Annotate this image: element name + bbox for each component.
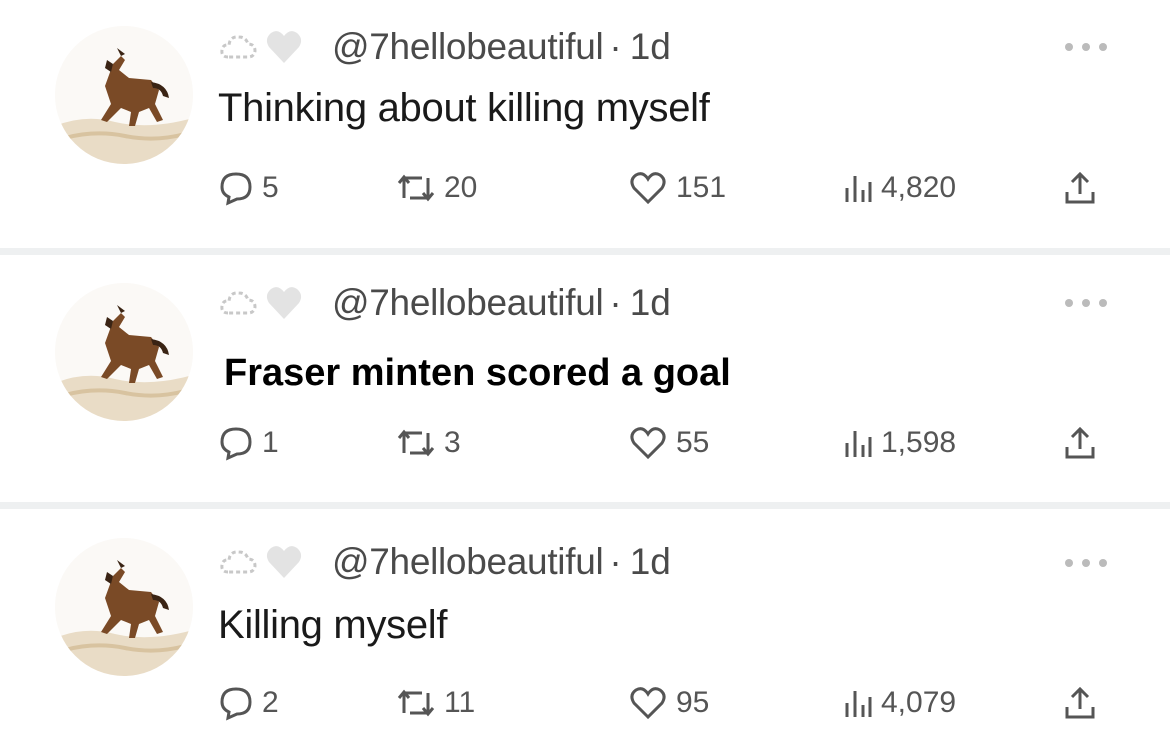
views-count: 4,079 bbox=[881, 686, 957, 719]
retweet-count: 11 bbox=[444, 686, 476, 719]
more-dots-icon[interactable] bbox=[1065, 553, 1107, 573]
retweet-button[interactable]: 20 bbox=[396, 168, 477, 208]
like-count: 151 bbox=[676, 171, 727, 204]
more-dots-icon[interactable] bbox=[1065, 37, 1107, 57]
reply-button[interactable]: 5 bbox=[218, 168, 279, 208]
heart-outline-icon bbox=[630, 172, 666, 205]
heart-gray-icon bbox=[264, 283, 304, 323]
tweet[interactable]: @7hellobeautiful · 1d Thinking about kil… bbox=[0, 0, 1170, 248]
horse-avatar-image bbox=[55, 538, 193, 676]
tweet-feed: @7hellobeautiful · 1d Thinking about kil… bbox=[0, 0, 1170, 747]
user-handle[interactable]: @7hellobeautiful bbox=[332, 282, 604, 324]
retweet-icon bbox=[397, 689, 435, 717]
views-button[interactable]: 4,079 bbox=[843, 683, 956, 723]
cloud-outline-icon bbox=[218, 283, 258, 323]
share-button[interactable] bbox=[1062, 683, 1098, 723]
like-button[interactable]: 95 bbox=[628, 683, 709, 723]
reply-count: 5 bbox=[262, 171, 279, 204]
share-button[interactable] bbox=[1062, 423, 1098, 463]
reply-bubble-icon bbox=[220, 427, 252, 461]
views-bars-icon bbox=[845, 431, 872, 457]
tweet-text: Killing myself bbox=[218, 603, 448, 647]
retweet-count: 20 bbox=[444, 171, 478, 204]
timestamp[interactable]: 1d bbox=[630, 282, 671, 324]
cloud-outline-icon bbox=[218, 542, 258, 582]
like-count: 95 bbox=[676, 686, 710, 719]
tweet[interactable]: @7hellobeautiful · 1d Fraser minten scor… bbox=[0, 255, 1170, 502]
avatar[interactable] bbox=[55, 538, 193, 676]
tweet-actions: 1 3 55 1,598 bbox=[218, 423, 1118, 463]
user-handle[interactable]: @7hellobeautiful bbox=[332, 26, 604, 68]
views-bars-icon bbox=[845, 176, 872, 202]
heart-gray-icon bbox=[264, 542, 304, 582]
share-button[interactable] bbox=[1062, 168, 1098, 208]
cloud-outline-icon bbox=[218, 27, 258, 67]
reply-count: 1 bbox=[262, 426, 279, 459]
divider bbox=[0, 248, 1170, 255]
retweet-count: 3 bbox=[444, 426, 461, 459]
heart-outline-icon bbox=[630, 687, 666, 720]
share-upload-icon bbox=[1065, 171, 1095, 204]
views-count: 1,598 bbox=[881, 426, 957, 459]
tweet-header: @7hellobeautiful · 1d bbox=[218, 280, 671, 326]
heart-outline-icon bbox=[630, 427, 666, 460]
tweet[interactable]: @7hellobeautiful · 1d Killing myself 2 1… bbox=[0, 509, 1170, 747]
retweet-icon bbox=[397, 429, 435, 457]
tweet-text: Fraser minten scored a goal bbox=[224, 352, 731, 394]
tweet-text: Thinking about killing myself bbox=[218, 86, 710, 130]
more-dots-icon[interactable] bbox=[1065, 293, 1107, 313]
divider bbox=[0, 502, 1170, 509]
separator-dot: · bbox=[609, 26, 622, 67]
tweet-actions: 5 20 151 4,820 bbox=[218, 168, 1118, 208]
heart-gray-icon bbox=[264, 27, 304, 67]
avatar[interactable] bbox=[55, 283, 193, 421]
share-upload-icon bbox=[1065, 686, 1095, 719]
like-button[interactable]: 55 bbox=[628, 423, 709, 463]
views-bars-icon bbox=[845, 691, 872, 717]
timestamp[interactable]: 1d bbox=[630, 541, 671, 583]
separator-dot: · bbox=[609, 282, 622, 323]
tweet-actions: 2 11 95 4,079 bbox=[218, 683, 1118, 723]
user-handle[interactable]: @7hellobeautiful bbox=[332, 541, 604, 583]
separator-dot: · bbox=[609, 541, 622, 582]
retweet-button[interactable]: 3 bbox=[396, 423, 461, 463]
views-count: 4,820 bbox=[881, 171, 957, 204]
retweet-icon bbox=[397, 174, 435, 202]
horse-avatar-image bbox=[55, 26, 193, 164]
avatar[interactable] bbox=[55, 26, 193, 164]
reply-button[interactable]: 2 bbox=[218, 683, 279, 723]
timestamp[interactable]: 1d bbox=[630, 26, 671, 68]
like-count: 55 bbox=[676, 426, 710, 459]
reply-bubble-icon bbox=[220, 172, 252, 206]
reply-button[interactable]: 1 bbox=[218, 423, 279, 463]
like-button[interactable]: 151 bbox=[628, 168, 726, 208]
reply-count: 2 bbox=[262, 686, 279, 719]
retweet-button[interactable]: 11 bbox=[396, 683, 475, 723]
tweet-header: @7hellobeautiful · 1d bbox=[218, 24, 671, 70]
reply-bubble-icon bbox=[220, 687, 252, 721]
views-button[interactable]: 1,598 bbox=[843, 423, 956, 463]
horse-avatar-image bbox=[55, 283, 193, 421]
share-upload-icon bbox=[1065, 426, 1095, 459]
tweet-header: @7hellobeautiful · 1d bbox=[218, 539, 671, 585]
views-button[interactable]: 4,820 bbox=[843, 168, 956, 208]
